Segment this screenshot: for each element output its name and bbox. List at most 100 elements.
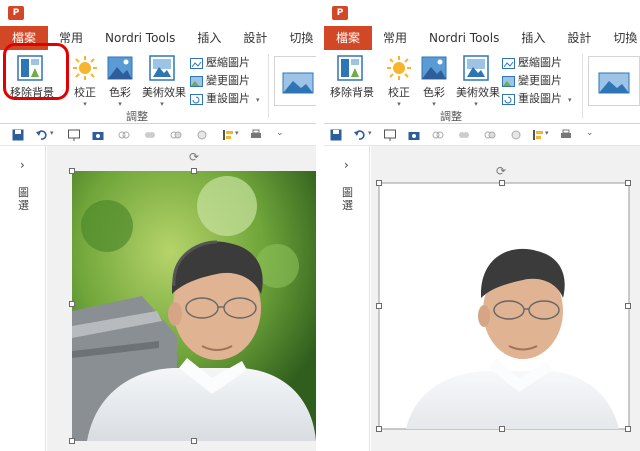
group-shapes-icon[interactable] xyxy=(118,129,130,141)
union-shapes-icon[interactable] xyxy=(458,129,470,141)
resize-handle[interactable] xyxy=(191,168,197,174)
color-button[interactable]: 色彩 ▾ xyxy=(414,54,454,108)
picture-color-icon xyxy=(107,56,133,80)
camera-icon[interactable] xyxy=(92,129,104,141)
quick-access-toolbar: ▾ ▾ ⌄ xyxy=(0,124,316,146)
title-bar: P xyxy=(324,0,640,26)
tab-design[interactable]: 設計 xyxy=(556,26,602,50)
tab-transitions[interactable]: 切換 xyxy=(278,26,316,50)
slideshow-icon[interactable] xyxy=(68,129,80,141)
resize-handle[interactable] xyxy=(625,180,631,186)
resize-handle[interactable] xyxy=(69,168,75,174)
compress-pictures-button[interactable]: 壓縮圖片 xyxy=(190,54,250,72)
color-button[interactable]: 色彩 ▾ xyxy=(100,54,140,108)
chevron-down-icon[interactable]: ▾ xyxy=(256,96,260,104)
reset-picture-button[interactable]: 重設圖片 ▾ xyxy=(502,90,572,108)
corrections-button[interactable]: 校正 ▾ xyxy=(379,54,419,108)
compress-icon xyxy=(190,57,203,69)
pane-vertical-label: 圖 選 xyxy=(342,186,353,212)
title-bar: P xyxy=(0,0,316,26)
tab-file[interactable]: 檔案 xyxy=(324,26,373,50)
chevron-down-icon[interactable]: ▾ xyxy=(568,96,572,104)
compress-pictures-label: 壓縮圖片 xyxy=(206,56,250,69)
artistic-effects-button[interactable]: 美術效果 ▾ xyxy=(142,54,186,108)
resize-handle[interactable] xyxy=(376,426,382,432)
expand-pane-chevron-icon[interactable]: › xyxy=(344,158,349,172)
resize-handle[interactable] xyxy=(69,301,75,307)
picture-styles-gallery[interactable] xyxy=(588,56,640,106)
tab-nordri-tools[interactable]: Nordri Tools xyxy=(94,26,186,50)
print-icon[interactable] xyxy=(560,129,572,141)
chevron-down-icon[interactable]: ▾ xyxy=(368,129,372,137)
compress-pictures-label: 壓縮圖片 xyxy=(518,56,562,69)
group-shapes-icon[interactable] xyxy=(432,129,444,141)
chevron-down-icon[interactable]: ▾ xyxy=(545,129,549,137)
remove-background-button[interactable]: 移除背景 xyxy=(330,54,374,100)
adjust-group-label: 調整 xyxy=(126,110,148,123)
reset-picture-button[interactable]: 重設圖片 ▾ xyxy=(190,90,260,108)
resize-handle[interactable] xyxy=(499,180,505,186)
intersect-shapes-icon[interactable] xyxy=(484,129,496,141)
fragment-shapes-icon[interactable] xyxy=(196,129,208,141)
ribbon-tabs: 檔案 常用 Nordri Tools 插入 設計 切換 xyxy=(324,26,640,50)
print-icon[interactable] xyxy=(250,129,262,141)
slide-canvas: ⟳ xyxy=(47,146,316,451)
tab-insert[interactable]: 插入 xyxy=(186,26,232,50)
thumbnail-pane: › 圖 選 xyxy=(324,146,370,451)
customize-toolbar-icon[interactable]: ⌄ xyxy=(276,128,284,138)
change-picture-label: 變更圖片 xyxy=(206,74,250,87)
slide-picture-background-removed[interactable] xyxy=(371,146,640,451)
remove-background-highlight xyxy=(3,43,69,100)
sun-icon xyxy=(387,56,411,80)
customize-toolbar-icon[interactable]: ⌄ xyxy=(586,128,594,138)
corrections-button[interactable]: 校正 ▾ xyxy=(65,54,105,108)
union-shapes-icon[interactable] xyxy=(144,129,156,141)
intersect-shapes-icon[interactable] xyxy=(170,129,182,141)
sun-icon xyxy=(73,56,97,80)
tab-home[interactable]: 常用 xyxy=(372,26,418,50)
tab-transitions[interactable]: 切換 xyxy=(602,26,640,50)
compress-pictures-button[interactable]: 壓縮圖片 xyxy=(502,54,562,72)
resize-handle[interactable] xyxy=(499,426,505,432)
reset-picture-icon xyxy=(190,93,203,105)
reset-picture-label: 重設圖片 xyxy=(518,92,562,105)
corrections-label: 校正 xyxy=(74,86,96,99)
tab-design[interactable]: 設計 xyxy=(232,26,278,50)
quick-access-toolbar: ▾ ▾ ⌄ xyxy=(324,124,640,146)
ribbon: 移除背景 校正 ▾ 色彩 ▾ 美術效果 ▾ 壓縮圖片 變更圖片 重設圖片 ▾ 調… xyxy=(324,50,640,124)
undo-icon[interactable] xyxy=(36,129,48,141)
remove-background-label: 移除背景 xyxy=(330,86,374,99)
group-separator xyxy=(268,54,269,118)
chevron-down-icon[interactable]: ▾ xyxy=(50,129,54,137)
chevron-down-icon: ▾ xyxy=(83,100,87,108)
align-icon[interactable] xyxy=(532,129,544,141)
fragment-shapes-icon[interactable] xyxy=(510,129,522,141)
undo-icon[interactable] xyxy=(354,129,366,141)
resize-handle[interactable] xyxy=(376,303,382,309)
chevron-down-icon[interactable]: ▾ xyxy=(235,129,239,137)
rotate-handle-icon[interactable]: ⟳ xyxy=(189,150,199,164)
save-icon[interactable] xyxy=(330,129,342,141)
slide-picture-original[interactable] xyxy=(47,146,316,451)
slideshow-icon[interactable] xyxy=(384,129,396,141)
artistic-effects-button[interactable]: 美術效果 ▾ xyxy=(456,54,500,108)
tab-nordri-tools[interactable]: Nordri Tools xyxy=(418,26,510,50)
save-icon[interactable] xyxy=(12,129,24,141)
camera-icon[interactable] xyxy=(408,129,420,141)
left-window: P 檔案 常用 Nordri Tools 插入 設計 切換 移除背景 校正 ▾ … xyxy=(0,0,316,451)
picture-styles-gallery[interactable] xyxy=(274,56,316,106)
tab-insert[interactable]: 插入 xyxy=(510,26,556,50)
compress-icon xyxy=(502,57,515,69)
change-picture-button[interactable]: 變更圖片 xyxy=(502,72,562,90)
change-picture-button[interactable]: 變更圖片 xyxy=(190,72,250,90)
resize-handle[interactable] xyxy=(191,438,197,444)
resize-handle[interactable] xyxy=(625,303,631,309)
align-icon[interactable] xyxy=(222,129,234,141)
change-picture-icon xyxy=(502,75,515,87)
resize-handle[interactable] xyxy=(69,438,75,444)
reset-picture-label: 重設圖片 xyxy=(206,92,250,105)
resize-handle[interactable] xyxy=(376,180,382,186)
rotate-handle-icon[interactable]: ⟳ xyxy=(496,164,506,178)
resize-handle[interactable] xyxy=(625,426,631,432)
expand-pane-chevron-icon[interactable]: › xyxy=(20,158,25,172)
